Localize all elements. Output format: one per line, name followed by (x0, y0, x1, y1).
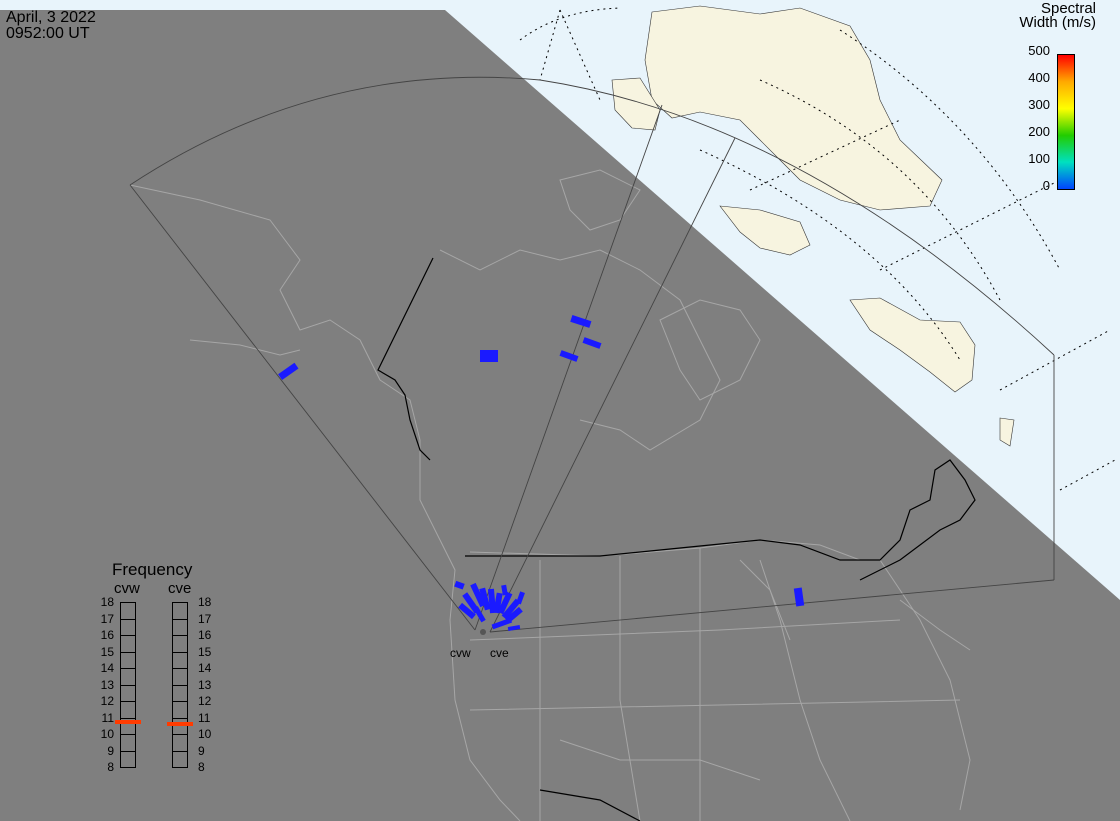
frequency-cell (120, 684, 136, 702)
site-label-west: cvw (450, 646, 471, 660)
legend-tick: 500 (1028, 43, 1050, 58)
frequency-cell (172, 734, 188, 752)
frequency-level-label: 9 (198, 743, 205, 758)
radar-site-marker (480, 629, 486, 635)
frequency-level-label: 17 (198, 611, 212, 626)
frequency-title: Frequency (112, 560, 193, 579)
legend-tick: 200 (1028, 124, 1050, 139)
frequency-cell (120, 635, 136, 653)
frequency-level-label: 13 (198, 677, 212, 692)
frequency-cell (120, 602, 136, 620)
frequency-cell (120, 701, 136, 719)
site-label-east: cve (490, 646, 509, 660)
frequency-level-label: 8 (198, 760, 205, 774)
frequency-level-label: 12 (198, 694, 212, 708)
frequency-level-label: 15 (198, 644, 212, 659)
frequency-level-label: 12 (100, 694, 114, 708)
legend-tick: 100 (1028, 151, 1050, 166)
frequency-cell (120, 734, 136, 752)
cve-frequency-marker (167, 722, 193, 727)
frequency-level-label: 14 (198, 661, 212, 675)
legend-title-line2: Width (m/s) (1019, 14, 1096, 31)
frequency-level-label: 11 (101, 710, 114, 725)
legend-tick: 0 (1042, 178, 1050, 193)
frequency-cell (172, 602, 188, 620)
frequency-level-label: 9 (107, 743, 114, 758)
frequency-cell (120, 750, 136, 768)
echo-cell (480, 350, 498, 362)
frequency-panel: Frequency cvw cve 18 18 17 17 16 16 15 15 14 14 13… (88, 558, 228, 788)
frequency-level-label: 16 (198, 628, 212, 642)
frequency-cell (172, 684, 188, 702)
legend-tick: 300 (1028, 97, 1050, 112)
time-label: 0952:00 UT (6, 25, 90, 42)
frequency-level-label: 14 (100, 661, 114, 675)
radar-west-label: cvw (114, 580, 140, 597)
cvw-frequency-marker (115, 720, 141, 725)
frequency-cell (120, 668, 136, 686)
frequency-cell (172, 668, 188, 686)
frequency-level-label: 17 (100, 611, 114, 626)
frequency-cell (172, 701, 188, 719)
frequency-cell (172, 717, 188, 735)
frequency-cell (120, 618, 136, 636)
frequency-cell (120, 651, 136, 669)
frequency-level-label: 13 (100, 677, 114, 692)
frequency-level-label: 18 (198, 595, 212, 609)
frequency-level-label: 18 (100, 595, 114, 609)
legend-tick: 400 (1028, 70, 1050, 85)
frequency-level-label: 16 (100, 628, 114, 642)
frequency-cell (172, 651, 188, 669)
date-label: April, 3 2022 (6, 9, 96, 26)
frequency-level-label: 10 (100, 727, 114, 741)
frequency-level-label: 11 (198, 710, 211, 725)
frequency-cell (172, 635, 188, 653)
color-bar (1057, 54, 1075, 190)
color-legend: Spectral Width (m/s) 500 400 300 200 100… (1000, 0, 1118, 200)
frequency-level-label: 8 (107, 760, 114, 774)
radar-east-label: cve (168, 580, 192, 597)
frequency-cell (172, 618, 188, 636)
frequency-level-label: 15 (100, 644, 114, 659)
frequency-cell (172, 750, 188, 768)
frequency-level-label: 10 (198, 727, 212, 741)
